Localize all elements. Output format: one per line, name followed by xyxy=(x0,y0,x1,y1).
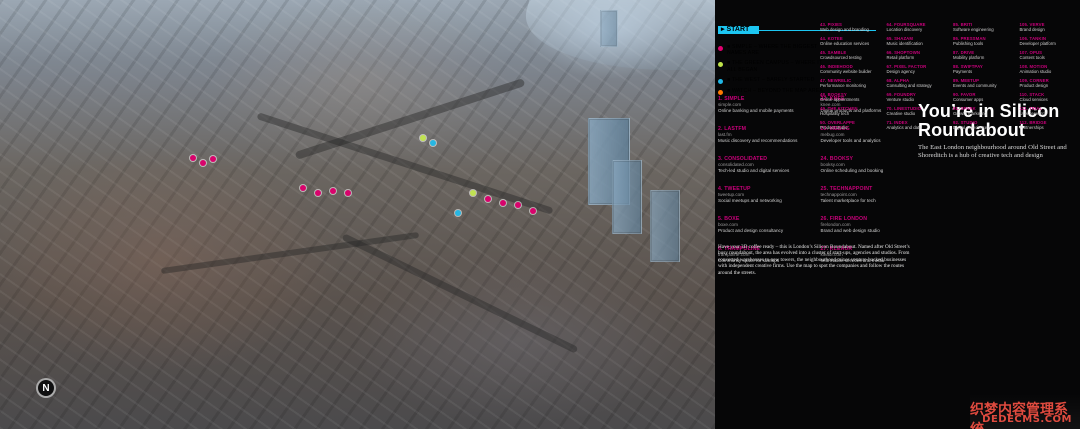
tower-building xyxy=(650,190,680,262)
tower-building xyxy=(612,160,642,234)
legend-text: ■ WATCH – BEYOND THE MAP AREA xyxy=(727,87,824,94)
company-desc: Online banking and mobile payments xyxy=(718,107,794,113)
map-pin-icon xyxy=(515,202,521,208)
company-desc: Digital products and platforms xyxy=(820,107,882,113)
legend-item: ■ THE WEST – BARELY STARTED xyxy=(718,77,828,84)
watermark-line-2: DEDECMS.COM xyxy=(982,414,1072,425)
headline-line-1: You’re in Silicon xyxy=(918,101,1060,121)
aerial-city-photo: N xyxy=(0,0,750,429)
legend-item: ■ THE GREEN CAMPUS – WHERE IT ALL BEGAN xyxy=(718,60,828,73)
map-legend: ■ SIMPLE – WHERE THE BIGGEST NAMES ARE ■… xyxy=(718,44,828,99)
intro-body-copy: Have your 3D coffee ready – this is Lond… xyxy=(718,244,910,276)
map-pin-icon xyxy=(420,135,426,141)
start-label: ▸ START xyxy=(718,26,759,34)
map-pin-icon xyxy=(430,140,436,146)
company-desc: Tech-led studio and digital services xyxy=(718,167,790,173)
compass-icon: N xyxy=(36,378,56,398)
legend-dot-icon xyxy=(718,78,723,84)
map-pin-icon xyxy=(315,190,321,196)
company-desc: Online scheduling and booking xyxy=(820,167,884,173)
company-desc: Brand and web design studio xyxy=(820,227,880,233)
company-desc: Developer tools and analytics xyxy=(820,137,881,143)
headline-line-2: Roundabout xyxy=(918,120,1025,140)
legend-item: ■ SIMPLE – WHERE THE BIGGEST NAMES ARE xyxy=(718,44,828,56)
company-desc: Talent marketplace for tech xyxy=(820,197,876,203)
company-entry: 22. KNEE knee.com Digital products and p… xyxy=(821,96,914,120)
legend-item: ■ WATCH – BEYOND THE MAP AREA xyxy=(718,88,828,95)
map-pin-icon xyxy=(500,200,506,206)
map-pin-icon xyxy=(455,210,461,216)
main-road xyxy=(294,78,526,160)
start-rule xyxy=(756,30,876,31)
map-pin-icon xyxy=(210,156,216,162)
map-pin-icon xyxy=(485,196,491,202)
map-pin-icon xyxy=(300,185,306,191)
map-pin-icon xyxy=(190,155,196,161)
standfirst: The East London neighbourhood around Old… xyxy=(918,144,1067,159)
page-headline: You’re in Silicon Roundabout xyxy=(918,102,1074,140)
company-entry: 5. BOXE boxe.com Product and design cons… xyxy=(718,216,811,240)
company-entry: 26. FIRE LONDON firelondon.com Brand and… xyxy=(821,216,914,240)
company-entry: 2. LASTFM last.fm Music discovery and re… xyxy=(718,126,811,150)
watermark: 织梦内容管理系统 DEDECMS.COM xyxy=(970,393,1080,429)
legend-dot-icon xyxy=(718,89,723,95)
company-entry: 25. TECHNAPPOINT technappoint.com Talent… xyxy=(821,186,914,210)
tower-building xyxy=(600,10,618,47)
company-entry: 3. CONSOLIDATED consolidated.com Tech-le… xyxy=(718,156,811,180)
legend-dot-icon xyxy=(718,46,723,51)
map-pin-icon xyxy=(345,190,351,196)
map-pin-icon xyxy=(530,208,536,214)
company-entry: 1. SIMPLE simple.com Online banking and … xyxy=(718,96,811,120)
map-pin-icon xyxy=(470,190,476,196)
legend-text: ■ THE WEST – BARELY STARTED xyxy=(727,76,815,83)
main-road xyxy=(256,112,554,215)
map-pin-icon xyxy=(330,188,336,194)
magazine-spread: N ▸ START ■ SIMPLE – WHERE THE BIGGEST N… xyxy=(0,0,1080,429)
company-desc: Product and design consultancy xyxy=(718,227,784,233)
river-thames xyxy=(510,0,750,70)
company-desc: Music discovery and recommendations xyxy=(718,137,798,143)
legend-text: ■ SIMPLE – WHERE THE BIGGEST NAMES ARE xyxy=(727,44,818,57)
company-desc: Social meetups and networking xyxy=(718,197,782,203)
legend-text: ■ THE GREEN CAMPUS – WHERE IT ALL BEGAN xyxy=(727,60,823,73)
legend-dot-icon xyxy=(718,62,723,68)
company-entry: 24. BOOKSY booksy.com Online scheduling … xyxy=(821,156,914,180)
company-entry: 4. TWEETUP tweetup.com Social meetups an… xyxy=(718,186,811,210)
main-road xyxy=(341,233,579,354)
map-pin-icon xyxy=(200,160,206,166)
company-entry: 23. MEBUG mebug.com Developer tools and … xyxy=(821,126,914,150)
